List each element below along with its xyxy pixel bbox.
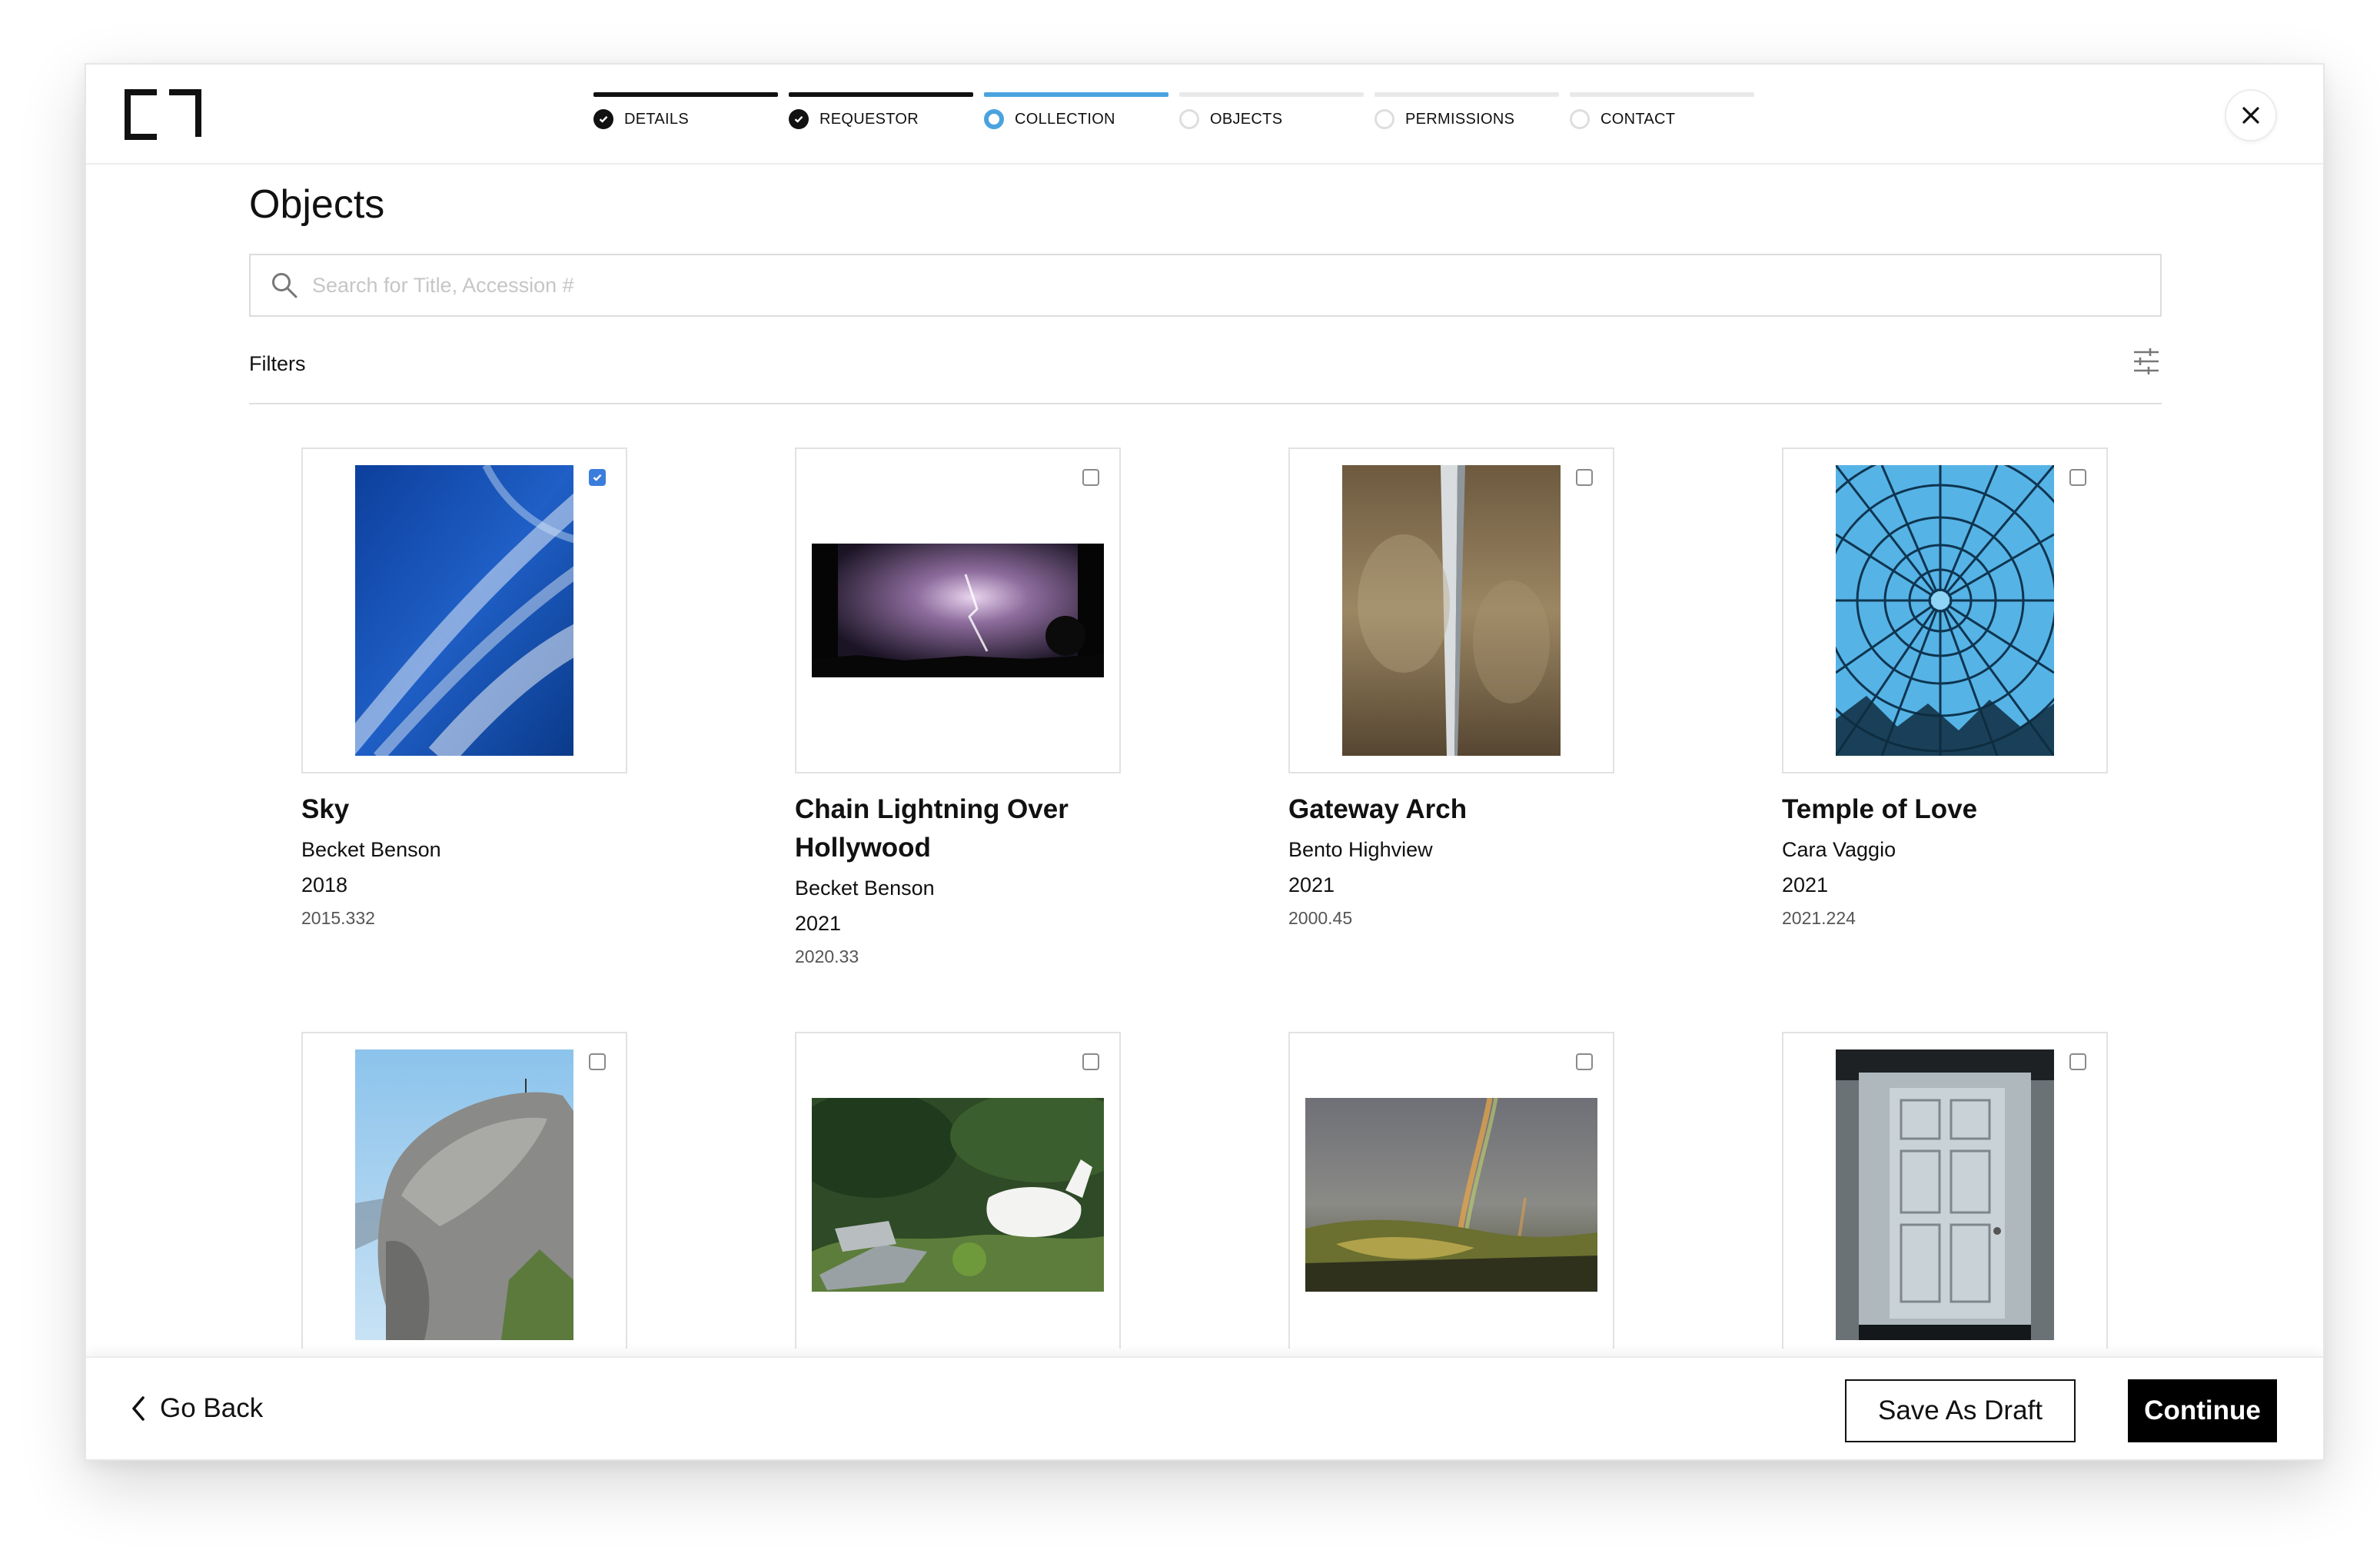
- object-thumbnail[interactable]: [301, 1032, 627, 1349]
- object-image: [812, 1098, 1104, 1292]
- object-accession: 2020.33: [795, 946, 859, 966]
- object-image: [1836, 465, 2054, 756]
- object-card[interactable]: Gateway Arch Bento Highview 2021 2000.45: [1288, 447, 1614, 930]
- object-card[interactable]: [795, 1032, 1121, 1349]
- step-objects[interactable]: Objects: [1179, 92, 1364, 146]
- object-image: [1342, 465, 1561, 756]
- continue-button[interactable]: Continue: [2128, 1379, 2277, 1442]
- request-wizard-window: Details Requestor Collection: [85, 63, 2325, 1461]
- object-select-checkbox[interactable]: [2069, 469, 2086, 486]
- step-label: Details: [624, 110, 689, 128]
- step-permissions[interactable]: Permissions: [1374, 92, 1559, 146]
- object-artist: Cara Vaggio: [1782, 838, 1896, 861]
- object-thumbnail[interactable]: [795, 447, 1121, 773]
- object-select-checkbox[interactable]: [1082, 1053, 1099, 1070]
- sliders-icon[interactable]: [2131, 346, 2162, 377]
- object-thumbnail[interactable]: [1782, 1032, 2108, 1349]
- object-thumbnail[interactable]: [795, 1032, 1121, 1349]
- object-year: 2021: [1782, 873, 1829, 896]
- empty-circle-icon: [1570, 109, 1590, 129]
- object-artist: Bento Highview: [1288, 838, 1433, 861]
- step-progress-bar: [1570, 92, 1754, 97]
- object-thumbnail[interactable]: [1288, 1032, 1614, 1349]
- step-label: Requestor: [819, 110, 919, 128]
- object-thumbnail[interactable]: [301, 447, 627, 773]
- step-details[interactable]: Details: [593, 92, 778, 146]
- object-select-checkbox[interactable]: [1576, 469, 1593, 486]
- search-icon: [272, 273, 298, 298]
- step-label: Permissions: [1405, 110, 1515, 128]
- object-image: [1836, 1049, 2054, 1340]
- object-image: [355, 465, 573, 756]
- step-progress-bar: [593, 92, 778, 97]
- main-content: Objects Filters: [86, 165, 2323, 1349]
- step-label: Contact: [1601, 110, 1676, 128]
- search-box[interactable]: [249, 254, 2162, 317]
- check-circle-icon: [593, 109, 613, 129]
- object-card[interactable]: Chain Lightning Over Hollywood Becket Be…: [795, 447, 1121, 969]
- step-label: Collection: [1015, 110, 1115, 128]
- go-back-label: Go Back: [160, 1393, 264, 1423]
- step-contact[interactable]: Contact: [1570, 92, 1754, 146]
- wizard-header: Details Requestor Collection: [86, 65, 2323, 165]
- object-year: 2021: [1288, 873, 1335, 896]
- check-circle-icon: [789, 109, 809, 129]
- step-progress-bar: [984, 92, 1168, 97]
- object-year: 2018: [301, 873, 348, 896]
- step-requestor[interactable]: Requestor: [789, 92, 973, 146]
- step-collection[interactable]: Collection: [984, 92, 1168, 146]
- object-card[interactable]: Temple of Love Cara Vaggio 2021 2021.224: [1782, 447, 2108, 930]
- object-title[interactable]: Sky: [301, 790, 627, 829]
- step-label: Objects: [1210, 110, 1283, 128]
- object-select-checkbox[interactable]: [589, 1053, 606, 1070]
- object-accession: 2021.224: [1782, 908, 1856, 928]
- step-progress-bar: [1179, 92, 1364, 97]
- step-progress-bar: [1374, 92, 1559, 97]
- chevron-left-icon: [132, 1396, 145, 1421]
- object-select-checkbox[interactable]: [589, 469, 606, 486]
- object-image: [1305, 1098, 1597, 1292]
- object-image: [812, 544, 1104, 677]
- close-button[interactable]: [2225, 89, 2277, 141]
- object-card[interactable]: Sky Becket Benson 2018 2015.332: [301, 447, 627, 930]
- wizard-footer: Go Back Save As Draft Continue: [86, 1356, 2323, 1459]
- object-image: [355, 1049, 573, 1340]
- close-icon: [2242, 107, 2259, 124]
- object-artist: Becket Benson: [301, 838, 441, 861]
- wizard-stepper: Details Requestor Collection: [593, 92, 1754, 146]
- object-accession: 2000.45: [1288, 908, 1353, 928]
- object-year: 2021: [795, 912, 842, 935]
- filters-bar: Filters: [249, 346, 2162, 404]
- object-accession: 2015.332: [301, 908, 375, 928]
- step-progress-bar: [789, 92, 973, 97]
- object-card[interactable]: [301, 1032, 627, 1349]
- object-title[interactable]: Chain Lightning Over Hollywood: [795, 790, 1121, 867]
- go-back-button[interactable]: Go Back: [131, 1387, 263, 1430]
- object-artist: Becket Benson: [795, 876, 935, 900]
- object-thumbnail[interactable]: [1288, 447, 1614, 773]
- object-title[interactable]: Gateway Arch: [1288, 790, 1614, 829]
- save-as-draft-button[interactable]: Save As Draft: [1845, 1379, 2076, 1442]
- object-select-checkbox[interactable]: [2069, 1053, 2086, 1070]
- object-thumbnail[interactable]: [1782, 447, 2108, 773]
- filters-label: Filters: [249, 352, 306, 375]
- object-select-checkbox[interactable]: [1576, 1053, 1593, 1070]
- object-title[interactable]: Temple of Love: [1782, 790, 2108, 829]
- brand-logo: [125, 89, 201, 140]
- search-input[interactable]: [312, 273, 2080, 298]
- object-card[interactable]: [1782, 1032, 2108, 1349]
- empty-circle-icon: [1374, 109, 1394, 129]
- empty-circle-icon: [1179, 109, 1199, 129]
- ring-icon: [984, 109, 1004, 129]
- object-card[interactable]: [1288, 1032, 1614, 1349]
- object-select-checkbox[interactable]: [1082, 469, 1099, 486]
- page-title: Objects: [249, 182, 385, 227]
